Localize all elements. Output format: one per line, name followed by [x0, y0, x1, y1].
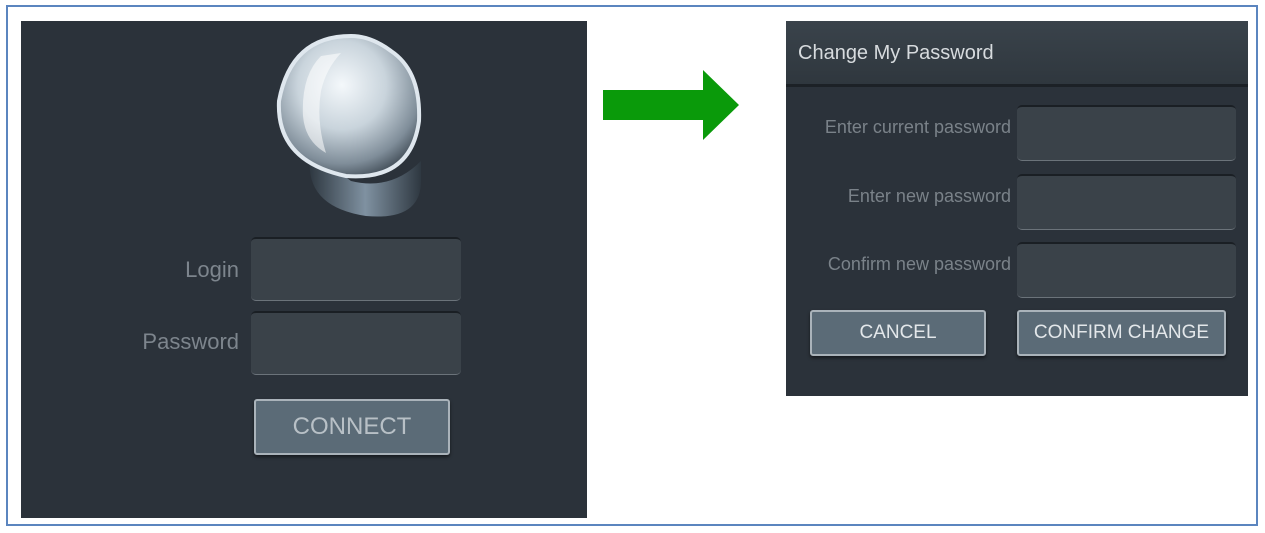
current-password-input[interactable]: [1017, 105, 1236, 161]
password-label: Password: [142, 329, 239, 354]
confirm-password-input[interactable]: [1017, 242, 1236, 298]
confirm-change-button[interactable]: CONFIRM CHANGE: [1017, 310, 1226, 356]
connect-button[interactable]: CONNECT: [254, 399, 450, 455]
dialog-header: Change My Password: [786, 21, 1248, 87]
login-screen: Login Password CONNECT: [21, 21, 587, 518]
login-label: Login: [185, 257, 239, 282]
confirm-password-label: Confirm new password: [827, 254, 1011, 274]
new-password-label: Enter new password: [847, 186, 1011, 206]
login-input[interactable]: [251, 237, 461, 301]
new-password-input[interactable]: [1017, 174, 1236, 230]
right-arrow-icon: [603, 70, 739, 140]
password-input[interactable]: [251, 311, 461, 375]
dialog-title: Change My Password: [798, 42, 994, 64]
change-password-dialog: Change My Password Enter current passwor…: [786, 21, 1248, 396]
cancel-button[interactable]: CANCEL: [810, 310, 986, 356]
droplet-logo-icon: [276, 33, 422, 217]
current-password-label: Enter current password: [824, 117, 1011, 137]
